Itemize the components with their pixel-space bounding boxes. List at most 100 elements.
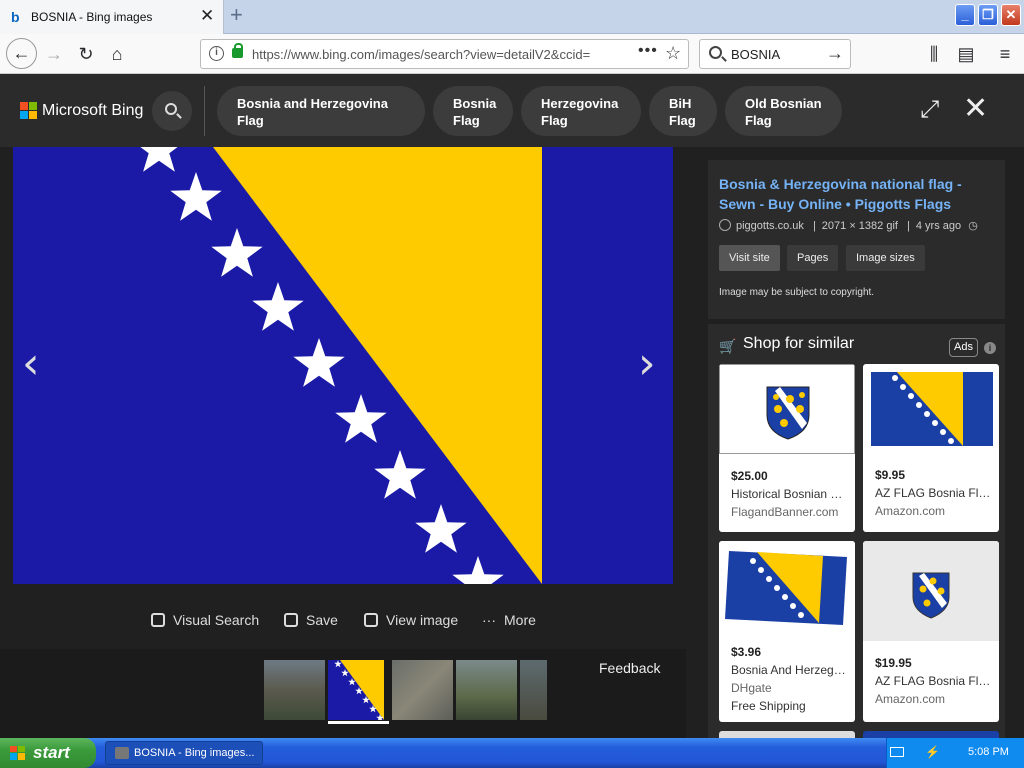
more-button[interactable]: ··· More <box>482 612 536 628</box>
home-button[interactable]: ⌂ <box>105 42 129 66</box>
thumbnail-image[interactable] <box>520 660 547 720</box>
source-domain[interactable]: piggotts.co.uk <box>736 220 804 232</box>
start-button[interactable]: start <box>0 738 96 768</box>
pages-button[interactable]: Pages <box>787 245 839 271</box>
network-icon[interactable]: ⚡ <box>925 745 941 760</box>
image-info-card: Bosnia & Herzegovina national flag - Sew… <box>708 160 1005 319</box>
address-bar[interactable]: i https://www.bing.com/images/search?vie… <box>200 39 689 69</box>
product-name: AZ FLAG Bosnia Flag <box>875 674 991 688</box>
visual-search-button[interactable]: Visual Search <box>151 612 259 628</box>
related-chip[interactable]: Bosnia and Herzegovina Flag <box>217 86 425 136</box>
more-icon: ··· <box>482 612 496 628</box>
maximize-button[interactable]: ❐ <box>978 4 998 26</box>
keyboard-icon[interactable] <box>890 747 904 757</box>
product-image <box>719 541 855 631</box>
related-chip[interactable]: BiH Flag <box>649 86 717 136</box>
shopping-cart-icon: 🛒 <box>719 338 737 354</box>
bing-header: Microsoft Bing Bosnia and Herzegovina Fl… <box>0 74 1024 147</box>
bing-brand[interactable]: Microsoft Bing <box>42 102 143 120</box>
save-label: Save <box>306 612 338 628</box>
image-meta: piggotts.co.uk | 2071 × 1382 gif | 4 yrs a… <box>719 219 978 232</box>
related-chip[interactable]: Herzegovina Flag <box>521 86 641 136</box>
bookmark-star-icon[interactable]: ☆ <box>665 43 681 64</box>
product-card[interactable]: $19.95 AZ FLAG Bosnia Flag Amazon.com <box>863 541 999 722</box>
visual-search-icon <box>151 613 165 627</box>
browser-search-value[interactable]: BOSNIA <box>731 47 780 62</box>
related-chip[interactable]: Bosnia Flag <box>433 86 513 136</box>
shop-card: 🛒 Shop for similar Ads i $25.00 Historic… <box>708 324 1005 738</box>
save-icon <box>284 613 298 627</box>
product-name: Bosnia And Herzegovina Flag <box>731 663 847 677</box>
view-image-label: View image <box>386 612 459 628</box>
ad-info-icon[interactable]: i <box>984 342 996 354</box>
search-go-icon[interactable]: → <box>826 43 844 64</box>
image-source-title[interactable]: Bosnia & Herzegovina national flag - Sew… <box>719 174 994 214</box>
url-text[interactable]: https://www.bing.com/images/search?view=… <box>252 47 597 62</box>
product-card[interactable]: $3.96 Bosnia And Herzegovina Flag DHgate… <box>719 541 855 722</box>
back-button[interactable]: ← <box>6 38 37 69</box>
new-tab-button[interactable]: + <box>230 3 243 27</box>
image-viewer: ‹ › Visual Search Save View image ··· Mor… <box>0 147 686 738</box>
visual-search-label: Visual Search <box>173 612 260 628</box>
visit-site-button[interactable]: Visit site <box>719 245 780 271</box>
image-dimensions: 2071 × 1382 gif <box>821 220 898 232</box>
reload-button[interactable]: ↻ <box>74 42 98 66</box>
site-info-icon[interactable]: i <box>209 46 224 61</box>
product-card[interactable]: $25.00 Historical Bosnian Flag FlagandBa… <box>719 364 855 532</box>
thumbnail-image[interactable] <box>456 660 517 720</box>
product-card[interactable] <box>863 731 999 738</box>
menu-icon[interactable]: ≡ <box>993 42 1017 66</box>
feedback-link[interactable]: Feedback <box>599 660 660 676</box>
more-label: More <box>504 612 536 628</box>
thumbnail-image[interactable] <box>264 660 325 720</box>
taskbar: start BOSNIA - Bing images... ⚡ 5:08 PM <box>0 738 1024 768</box>
product-card[interactable] <box>719 731 855 738</box>
image-sizes-button[interactable]: Image sizes <box>846 245 925 271</box>
taskbar-window-title: BOSNIA - Bing images... <box>134 747 255 759</box>
thumbnail-strip <box>0 649 686 738</box>
product-seller: FlagandBanner.com <box>731 505 839 519</box>
view-image-button[interactable]: View image <box>364 612 458 628</box>
close-icon[interactable]: ✕ <box>963 94 988 124</box>
thumbnail-image[interactable] <box>392 660 453 720</box>
shop-title: Shop for similar <box>743 335 855 352</box>
windows-logo-icon <box>10 746 25 760</box>
taskbar-window-button[interactable]: BOSNIA - Bing images... <box>105 741 263 765</box>
related-chip[interactable]: Old Bosnian Flag <box>725 86 842 136</box>
browser-tab[interactable]: b BOSNIA - Bing images ✕ <box>0 0 224 34</box>
meta-separator: | <box>812 220 816 232</box>
microsoft-logo-icon[interactable] <box>20 102 37 119</box>
image-actions: Visual Search Save View image ··· More <box>0 602 686 637</box>
globe-icon <box>719 219 731 231</box>
product-seller: DHgate <box>731 681 772 695</box>
product-seller: Amazon.com <box>875 692 946 706</box>
main-image[interactable] <box>13 147 673 584</box>
expand-icon[interactable]: ⤢ <box>920 98 939 122</box>
product-name: Historical Bosnian Flag <box>731 487 847 501</box>
previous-image-arrow[interactable]: ‹ <box>22 342 40 386</box>
sidebar-icon[interactable]: ▤ <box>954 42 978 66</box>
forward-button[interactable]: → <box>42 42 66 66</box>
product-image <box>863 364 999 454</box>
minimize-button[interactable]: _ <box>955 4 975 26</box>
start-label: start <box>33 743 70 762</box>
close-window-button[interactable]: ✕ <box>1001 4 1021 26</box>
ads-badge: Ads <box>949 338 978 357</box>
bing-search-button[interactable] <box>152 91 192 131</box>
system-tray: ⚡ 5:08 PM <box>886 738 1024 768</box>
view-image-icon <box>364 613 378 627</box>
save-button[interactable]: Save <box>284 612 338 628</box>
search-icon <box>165 103 177 115</box>
browser-search-box[interactable]: BOSNIA → <box>699 39 851 69</box>
product-seller: Amazon.com <box>875 504 946 518</box>
product-card[interactable]: $9.95 AZ FLAG Bosnia Flag Amazon.com <box>863 364 999 532</box>
navigation-bar: ← → ↻ ⌂ i https://www.bing.com/images/se… <box>0 34 1024 74</box>
product-image <box>719 364 855 454</box>
page-actions-icon[interactable]: ••• <box>638 42 658 60</box>
product-image <box>863 541 999 641</box>
library-icon[interactable]: ⫼ <box>922 42 946 66</box>
next-image-arrow[interactable]: › <box>638 342 656 386</box>
thumbnail-image-selected[interactable] <box>328 660 389 724</box>
tab-close-icon[interactable]: ✕ <box>200 7 214 25</box>
image-age: 4 yrs ago <box>915 220 962 232</box>
